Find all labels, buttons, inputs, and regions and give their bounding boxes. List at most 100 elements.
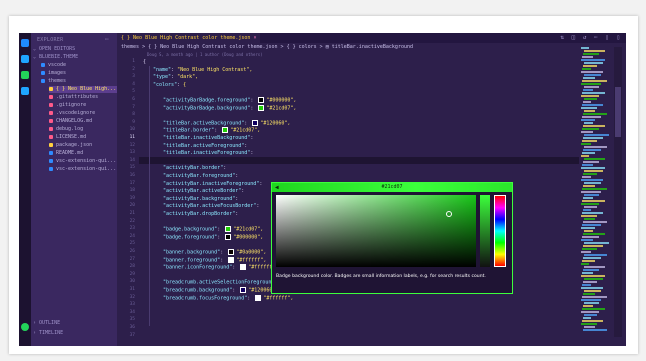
minimap-line <box>581 275 605 277</box>
line-number: 15 <box>129 165 135 171</box>
code-line[interactable]: "titleBar.inactiveBackground": <box>163 135 253 142</box>
sidebar-section-1[interactable]: ⌄ BLUEBIE.THEME <box>33 54 117 61</box>
minimap-line <box>582 116 601 118</box>
minimap-line <box>581 251 591 253</box>
minimap-line <box>582 80 607 82</box>
color-swatch[interactable] <box>228 249 235 255</box>
line-number: 25 <box>129 241 135 247</box>
minimap-line <box>584 62 603 64</box>
minimap-line <box>581 299 601 301</box>
minimap-line <box>583 221 607 223</box>
source-control-icon[interactable] <box>21 71 29 79</box>
sidebar-item-2[interactable]: themes <box>41 78 125 85</box>
editor-actions[interactable]: ⇅ ◫ ↺ ⋯ ▯ ▯ <box>560 34 622 41</box>
line-number: 11 <box>129 135 135 140</box>
file-icon <box>49 86 53 91</box>
minimap-line <box>583 125 605 127</box>
scrollbar-thumb[interactable] <box>615 87 621 137</box>
sidebar-item-label: images <box>48 70 67 76</box>
sidebar-item-label: .vscodeignore <box>56 110 96 116</box>
saturation-handle[interactable] <box>446 211 452 217</box>
code-punct: : <box>223 165 227 172</box>
color-swatch[interactable] <box>258 97 265 103</box>
hue-strip[interactable] <box>494 195 506 267</box>
code-line[interactable]: "activityBar.border": <box>163 165 226 172</box>
tab-theme-file[interactable]: { } Neo Blue High Contrast color theme.j… <box>117 33 261 43</box>
code-line[interactable]: "activityBar.activeBorder": <box>163 188 244 195</box>
color-picker-popup[interactable]: ◀ #21cd07 Badge background color. Badges… <box>271 182 513 294</box>
line-number: 33 <box>129 302 135 308</box>
accounts-icon[interactable] <box>21 323 29 331</box>
code-line[interactable]: "titleBar.activeBackground": "#120060", <box>163 119 290 128</box>
code-line[interactable]: "activityBar.foreground": <box>163 173 238 180</box>
code-line[interactable]: "banner.iconForeground": "#ffffff", <box>163 264 278 272</box>
sidebar-item-label: .gitignore <box>56 102 87 108</box>
color-swatch[interactable] <box>240 264 247 271</box>
json-value: "#000000", <box>266 97 297 104</box>
code-line[interactable]: "titleBar.activeForeground": <box>163 143 247 150</box>
code-line[interactable]: { <box>143 59 146 66</box>
code-line[interactable]: "banner.foreground": "#ffffff", <box>163 256 266 265</box>
line-number: 27 <box>129 256 135 262</box>
minimap-line <box>584 326 595 328</box>
tab-bar: { } Neo Blue High Contrast color theme.j… <box>117 33 626 43</box>
json-key: "activityBar.background" <box>163 195 236 202</box>
color-swatch[interactable] <box>240 287 247 293</box>
color-swatch[interactable] <box>228 256 235 263</box>
breadcrumb[interactable]: themes > { } Neo Blue High Contrast colo… <box>121 44 413 50</box>
code-line[interactable]: "activityBar.dropBorder": <box>163 211 238 218</box>
color-value[interactable]: #21cd07 <box>272 183 512 192</box>
code-line[interactable]: "titleBar.inactiveForeground": <box>163 150 253 157</box>
minimap-line <box>582 104 603 106</box>
json-key: "titleBar.border" <box>163 127 215 134</box>
search-icon[interactable] <box>21 55 29 63</box>
minimap-line <box>583 149 601 151</box>
json-key: "activityBarBadge.background" <box>163 105 251 112</box>
code-line[interactable]: "activityBar.background": <box>163 196 238 203</box>
code-line[interactable]: "breadcrumb.background": "#120060", <box>163 287 278 295</box>
code-line[interactable]: "activityBarBadge.background": "#21cd07"… <box>163 104 297 113</box>
color-swatch[interactable] <box>225 226 232 233</box>
color-swatch[interactable] <box>255 294 262 301</box>
extensions-icon[interactable] <box>21 87 29 95</box>
vertical-scrollbar[interactable] <box>614 47 622 337</box>
json-value: "#21cd07", <box>266 105 297 112</box>
sidebar-section-0[interactable]: ⌄ OPEN EDITORS <box>33 46 117 53</box>
color-picker-header[interactable]: ◀ #21cd07 <box>272 183 512 192</box>
color-swatch[interactable] <box>252 119 259 126</box>
code-line[interactable]: "breadcrumb.focusForeground": "#ffffff", <box>163 294 293 303</box>
code-line[interactable]: "type": "dark", <box>153 74 198 81</box>
code-line[interactable]: "badge.foreground": "#000000", <box>163 233 263 242</box>
code-line[interactable]: "activityBar.activeFocusBorder": <box>163 203 259 210</box>
line-number: 13 <box>129 150 135 156</box>
minimap-line <box>584 158 605 160</box>
sidebar-item-1[interactable]: images <box>41 70 125 77</box>
color-swatch[interactable] <box>258 104 265 111</box>
color-swatch[interactable] <box>222 127 229 134</box>
code-line[interactable]: "activityBarBadge.foreground": "#000000"… <box>163 97 296 105</box>
minimap-line <box>582 212 603 214</box>
code-line[interactable]: "name": "Neo Blue High Contrast", <box>153 67 252 74</box>
code-line[interactable]: "titleBar.border": "#21cd07", <box>163 127 260 135</box>
code-punct: : <box>232 287 239 294</box>
color-swatch[interactable] <box>225 233 232 240</box>
codelens-blame[interactable]: Doug S, a month ago | 1 author (Doug and… <box>147 52 263 57</box>
saturation-box[interactable] <box>276 195 476 267</box>
sidebar-bottom-section-1[interactable]: › TIMELINE <box>33 330 117 337</box>
file-icon <box>41 78 45 83</box>
minimap-line <box>583 305 593 307</box>
code-line[interactable]: "badge.background": "#21cd07", <box>163 226 263 234</box>
json-key: "banner.iconForeground" <box>163 264 233 271</box>
minimap[interactable] <box>581 47 611 337</box>
close-icon[interactable]: × <box>253 35 256 41</box>
code-line[interactable]: "colors": { <box>153 82 186 89</box>
opacity-strip[interactable] <box>480 195 490 267</box>
more-actions-icon[interactable]: ⋯ <box>105 36 109 43</box>
sidebar-item-0[interactable]: vscode <box>41 62 125 69</box>
code-line[interactable]: "activityBar.inactiveForeground": <box>163 181 262 188</box>
code-punct: : <box>235 195 239 202</box>
sidebar-bottom-section-0[interactable]: › OUTLINE <box>33 320 117 327</box>
code-line[interactable]: "banner.background": "#0a0000", <box>163 249 266 257</box>
explorer-icon[interactable] <box>21 39 29 47</box>
color-description: Badge background color. Badges are small… <box>276 274 486 279</box>
